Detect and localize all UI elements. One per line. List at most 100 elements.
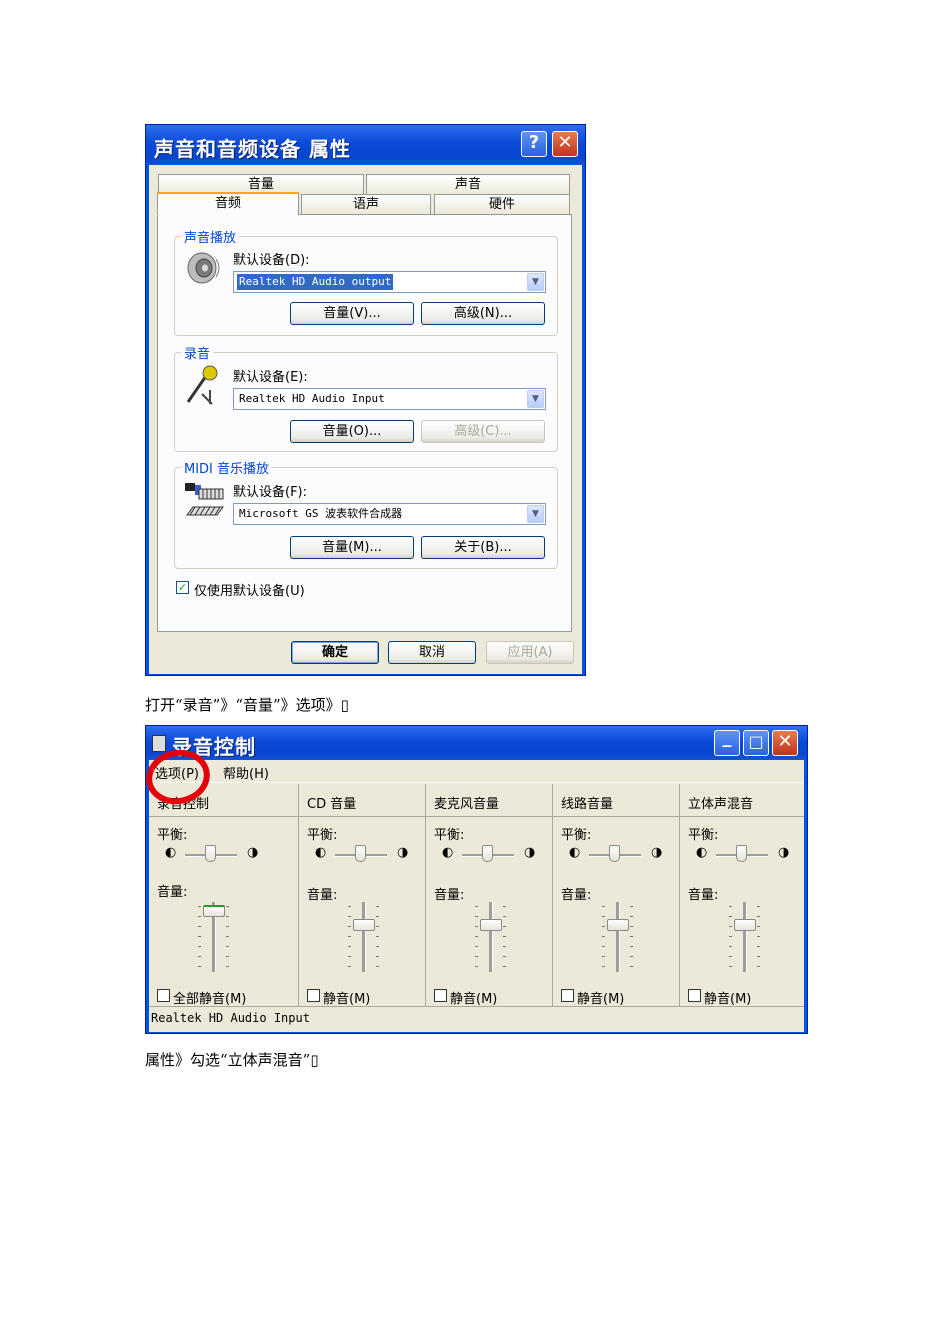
recording-device-value: Realtek HD Audio Input (239, 392, 385, 405)
close-button[interactable]: ✕ (552, 131, 578, 157)
right-speaker-icon: ◑ (397, 845, 409, 860)
volume-tick (226, 946, 229, 947)
title-bar[interactable]: 声音和音频设备 属性 ? ✕ (146, 125, 585, 165)
balance-slider[interactable] (609, 845, 620, 862)
volume-tick (729, 936, 732, 937)
volume-tick (475, 926, 478, 927)
ok-button[interactable]: 确定 (291, 641, 379, 664)
volume-tick (757, 906, 760, 907)
tab-sounds[interactable]: 声音 (366, 174, 570, 194)
volume-tick (475, 956, 478, 957)
recording-device-select[interactable]: Realtek HD Audio Input ▼ (233, 388, 546, 410)
volume-tick (348, 956, 351, 957)
tab-voice[interactable]: 语声 (301, 194, 431, 214)
volume-slider[interactable] (480, 919, 502, 932)
tab-audio[interactable]: 音频 (157, 192, 299, 216)
balance-slider[interactable] (482, 845, 493, 862)
playback-advanced-button[interactable]: 高级(N)... (421, 302, 545, 325)
volume-tick (475, 906, 478, 907)
midi-volume-button[interactable]: 音量(M)... (290, 536, 414, 559)
balance-slider[interactable] (355, 845, 366, 862)
volume-tick (630, 966, 633, 967)
status-bar: Realtek HD Audio Input (149, 1006, 804, 1030)
menu-bar: 选项(P) 帮助(H) (149, 760, 804, 783)
volume-slider[interactable] (734, 919, 756, 932)
maximize-button[interactable]: □ (743, 730, 769, 756)
mute-checkbox[interactable] (307, 989, 320, 1002)
chevron-down-icon[interactable]: ▼ (527, 273, 544, 291)
volume-track (616, 902, 620, 972)
volume-tick (226, 966, 229, 967)
volume-tick (729, 946, 732, 947)
volume-tick (475, 966, 478, 967)
mute-checkbox[interactable] (434, 989, 447, 1002)
playback-device-label: 默认设备(D): (233, 253, 310, 268)
playback-device-select[interactable]: Realtek HD Audio output ▼ (233, 271, 546, 293)
mute-checkbox[interactable] (561, 989, 574, 1002)
help-button[interactable]: ? (521, 131, 547, 157)
midi-keyboard-icon (185, 483, 224, 516)
volume-slider[interactable] (607, 919, 629, 932)
only-default-checkbox[interactable]: ✓ (176, 581, 189, 594)
tab-hardware[interactable]: 硬件 (434, 194, 570, 214)
menu-help[interactable]: 帮助(H) (223, 763, 269, 782)
midi-device-value: Microsoft GS 波表软件合成器 (239, 507, 403, 520)
playback-volume-button[interactable]: 音量(V)... (290, 302, 414, 325)
midi-device-label: 默认设备(F): (233, 485, 308, 500)
volume-label: 音量: (688, 888, 719, 903)
chevron-down-icon[interactable]: ▼ (527, 505, 544, 523)
cancel-button[interactable]: 取消 (388, 641, 476, 664)
volume-tick (198, 966, 201, 967)
volume-slider[interactable] (203, 904, 225, 917)
column-title: 立体声混音 (688, 797, 754, 812)
volume-tick (198, 956, 201, 957)
volume-tick (226, 906, 229, 907)
mute-checkbox[interactable] (688, 989, 701, 1002)
mute-label: 静音(M) (450, 992, 498, 1007)
volume-tick (757, 936, 760, 937)
left-speaker-icon: ◐ (569, 845, 581, 860)
mute-label: 静音(M) (704, 992, 752, 1007)
midi-about-button[interactable]: 关于(B)... (421, 536, 545, 559)
volume-tick (503, 926, 506, 927)
volume-tick (376, 936, 379, 937)
volume-track (489, 902, 493, 972)
apply-button: 应用(A) (486, 641, 574, 664)
volume-tick (226, 916, 229, 917)
title-bar[interactable]: 录音控制 _ □ ✕ (146, 726, 807, 760)
divider (680, 816, 804, 817)
balance-slider[interactable] (736, 845, 747, 862)
volume-tick (757, 946, 760, 947)
midi-device-select[interactable]: Microsoft GS 波表软件合成器 ▼ (233, 503, 546, 525)
volume-tick (503, 916, 506, 917)
volume-tick (348, 966, 351, 967)
volume-tick (226, 956, 229, 957)
volume-tick (226, 926, 229, 927)
microphone-icon (186, 365, 218, 405)
volume-tick (630, 946, 633, 947)
mute-checkbox[interactable] (157, 989, 170, 1002)
right-speaker-icon: ◑ (524, 845, 536, 860)
volume-tick (630, 906, 633, 907)
playback-device-value: Realtek HD Audio output (235, 273, 395, 291)
volume-tick (503, 936, 506, 937)
volume-tick (757, 966, 760, 967)
balance-slider[interactable] (205, 845, 216, 862)
volume-tick (630, 956, 633, 957)
tab-volume[interactable]: 音量 (158, 174, 364, 194)
left-speaker-icon: ◐ (315, 845, 327, 860)
volume-slider[interactable] (353, 919, 375, 932)
volume-tick (348, 906, 351, 907)
volume-tick (348, 936, 351, 937)
recording-volume-button[interactable]: 音量(O)... (290, 420, 414, 443)
column-title: 线路音量 (561, 797, 614, 812)
chevron-down-icon[interactable]: ▼ (527, 390, 544, 408)
volume-tick (757, 916, 760, 917)
volume-track (362, 902, 366, 972)
volume-tick (503, 906, 506, 907)
window-client: 选项(P) 帮助(H) 录音控制 平衡: ◐ ◑ 音量: 全部静音(M) CD 音量 平衡: ◐… (149, 760, 804, 1032)
minimize-button[interactable]: _ (714, 729, 740, 756)
close-button[interactable]: ✕ (772, 730, 798, 756)
volume-tick (602, 936, 605, 937)
balance-label: 平衡: (434, 828, 465, 843)
